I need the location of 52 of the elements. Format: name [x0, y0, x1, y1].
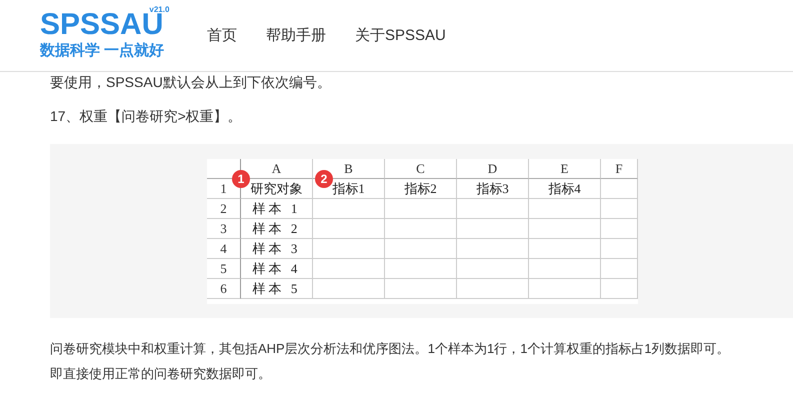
column-header: D	[457, 158, 529, 178]
table-cell	[601, 178, 638, 198]
table-cell	[529, 238, 601, 258]
row-number: 6	[207, 278, 241, 298]
table-cell: 指标2	[385, 178, 457, 198]
logo-wordmark: SPSSAU	[40, 11, 164, 39]
logo-slogan: 数据科学 一点就好	[40, 41, 166, 60]
nav-link[interactable]: 关于SPSSAU	[355, 26, 446, 45]
section-heading: 17、权重【问卷研究>权重】。	[49, 108, 243, 126]
table-cell: 样本 3	[241, 238, 313, 258]
table-cell	[601, 238, 638, 258]
row-number: 3	[207, 218, 241, 238]
row-number: 5	[207, 258, 241, 278]
table-cell	[457, 278, 529, 298]
row-number: 2	[207, 198, 241, 218]
table-cell: 样本 2	[241, 218, 313, 238]
table-cell: 样本 4	[241, 258, 313, 278]
table-cell	[385, 278, 457, 298]
table-cell	[313, 278, 385, 298]
table-cell	[385, 238, 457, 258]
table-cell: 指标3	[457, 178, 529, 198]
table-cell: 样本 5	[241, 278, 313, 298]
column-header: F	[601, 158, 638, 178]
column-header: E	[529, 158, 601, 178]
nav-link[interactable]: 首页	[207, 26, 237, 45]
table-cell	[385, 258, 457, 278]
table-cell: 样本 1	[241, 198, 313, 218]
row-number: 4	[207, 238, 241, 258]
table-cell	[529, 218, 601, 238]
table-cell	[457, 238, 529, 258]
table-cell	[313, 258, 385, 278]
number-badge: 1	[232, 170, 250, 188]
version-label: v21.0	[149, 5, 170, 14]
table-cell	[601, 258, 638, 278]
table-cell	[313, 238, 385, 258]
intro-text: 要使用，SPSSAU默认会从上到下依次编号。	[49, 74, 332, 92]
column-header: C	[385, 158, 457, 178]
table-cell	[313, 218, 385, 238]
table-cell	[529, 198, 601, 218]
table-cell	[457, 258, 529, 278]
table-cell	[601, 198, 638, 218]
table-cell	[385, 218, 457, 238]
table-cell	[457, 218, 529, 238]
table-cell	[529, 258, 601, 278]
nav-link[interactable]: 帮助手册	[266, 26, 326, 45]
body-paragraph: 问卷研究模块中和权重计算，其包括AHP层次分析法和优序图法。1个样本为1行，1个计算权重的指标占1列数据即可。 即直接使用正常的问卷研究数据即可。	[49, 340, 731, 383]
table-cell: 指标4	[529, 178, 601, 198]
table-cell	[601, 278, 638, 298]
table-cell	[529, 278, 601, 298]
table-cell	[385, 198, 457, 218]
table-cell	[601, 218, 638, 238]
table-cell	[457, 198, 529, 218]
